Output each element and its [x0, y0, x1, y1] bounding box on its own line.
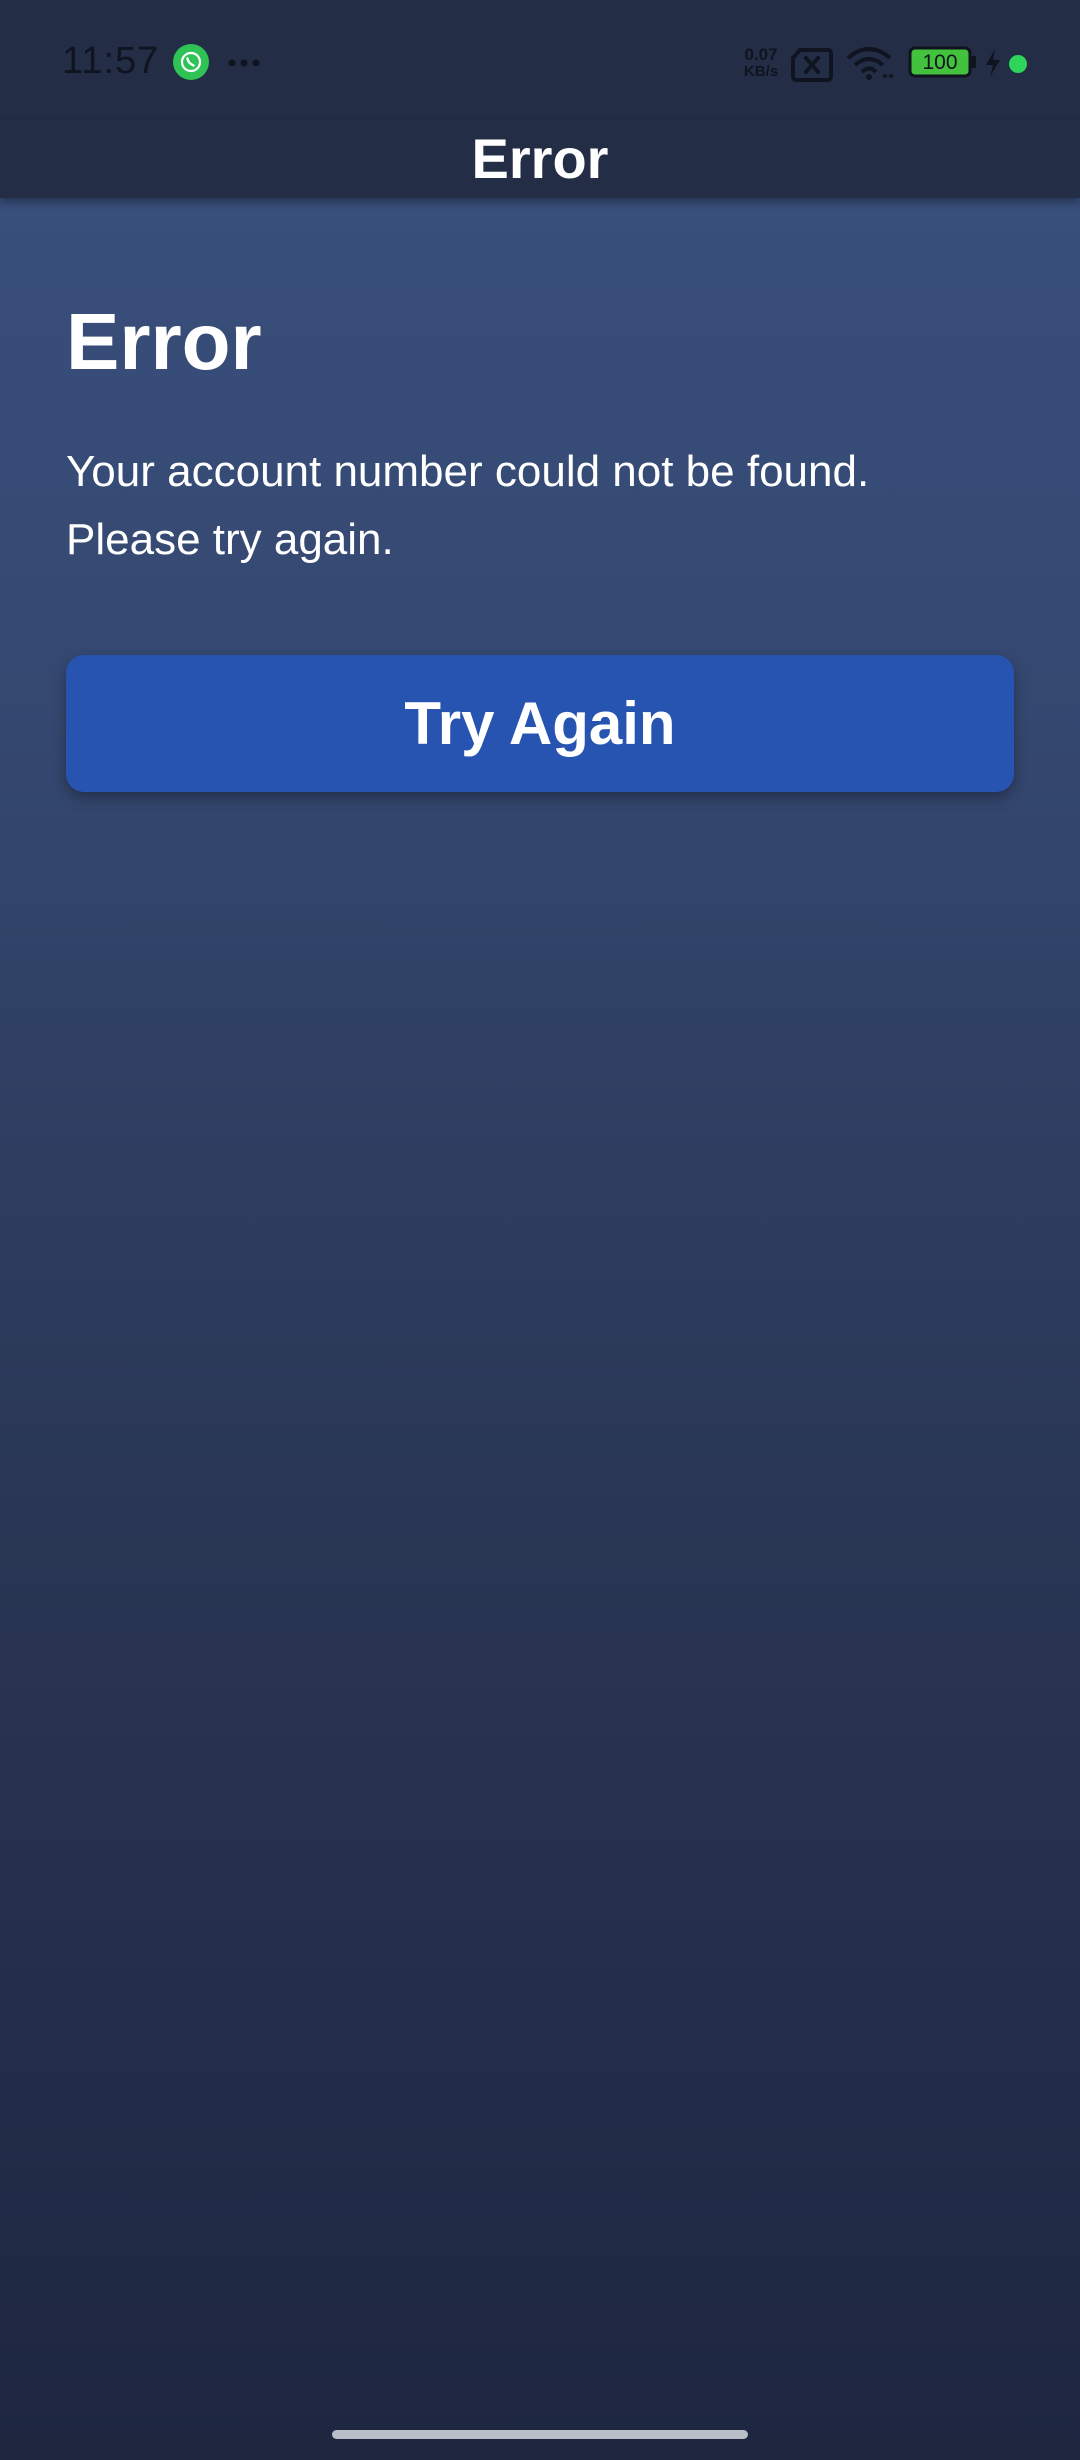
charging-bolt-icon: [984, 48, 1002, 83]
sim-icon: [790, 46, 834, 87]
try-again-button[interactable]: Try Again: [66, 655, 1014, 792]
error-message-line: Your account number could not be found.: [66, 447, 870, 496]
home-indicator[interactable]: [332, 2430, 748, 2439]
status-dot: [1009, 55, 1027, 73]
more-dots-icon: [226, 44, 266, 74]
network-speed-unit: KB/s: [743, 63, 779, 80]
whatsapp-icon: [173, 44, 209, 80]
status-bar: 11:57 0.07 KB/s 100: [0, 0, 1080, 120]
error-message: Your account number could not be found. …: [66, 438, 1026, 574]
page-heading: Error: [66, 297, 262, 386]
error-message-line: Please try again.: [66, 515, 394, 564]
network-speed-value: 0.07: [744, 45, 778, 64]
battery-level: 100: [922, 51, 958, 74]
wifi-icon: [845, 46, 895, 87]
network-speed: 0.07 KB/s: [738, 46, 784, 80]
status-time: 11:57: [62, 40, 160, 82]
app-bar-title: Error: [471, 127, 609, 190]
app-bar: Error: [0, 120, 1080, 198]
